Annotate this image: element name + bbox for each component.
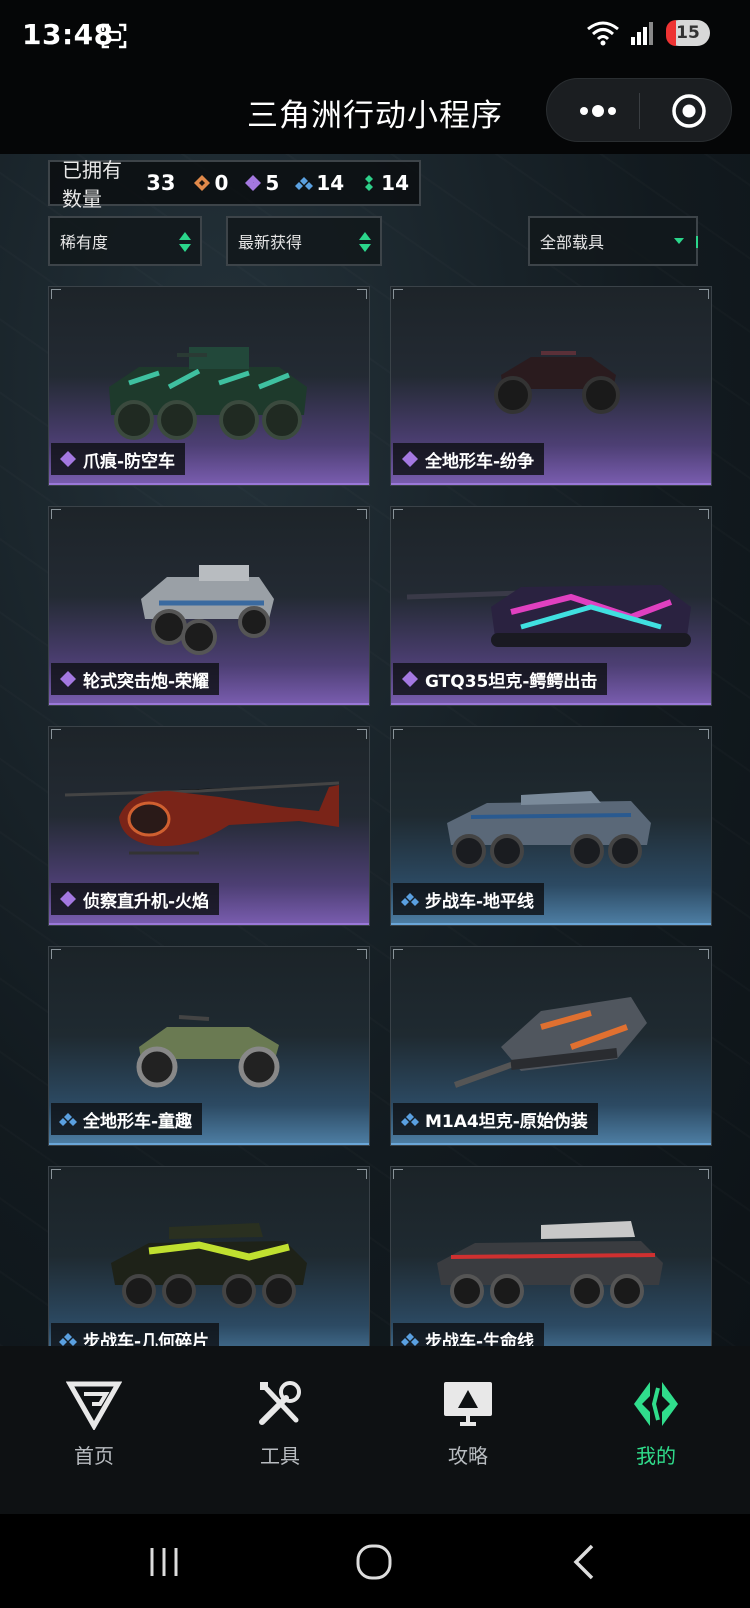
- close-program-icon[interactable]: [671, 93, 707, 129]
- owned-count: 33: [146, 171, 176, 195]
- vehicle-collection-page: 已拥有数量 33 0 5 14 14 稀有度 最新获得 全部载具 爪痕-防空车 …: [0, 154, 750, 1346]
- rarity-blue-count: 14: [295, 171, 344, 195]
- purple-rarity-icon: [60, 671, 76, 687]
- mini-program-capsule: [546, 78, 732, 142]
- rarity-filter[interactable]: 稀有度: [48, 216, 202, 266]
- vehicle-name: 步战车-几何碎片: [83, 1331, 210, 1347]
- rarity-green-count: 14: [360, 171, 409, 195]
- nav-tools[interactable]: 工具: [220, 1378, 340, 1469]
- vehicle-card[interactable]: 侦察直升机-火焰: [48, 726, 370, 926]
- back-icon[interactable]: [566, 1542, 606, 1582]
- vehicle-name-tag: 轮式突击炮-荣耀: [51, 663, 220, 695]
- vehicle-card[interactable]: GTQ35坦克-鳄鳄出击: [390, 506, 712, 706]
- green-rarity-icon: [365, 175, 374, 191]
- purple-rarity-icon: [60, 891, 76, 907]
- vehicle-card[interactable]: 全地形车-童趣: [48, 946, 370, 1146]
- rarity-purple-count: 5: [244, 171, 279, 195]
- vehicle-name: 轮式突击炮-荣耀: [83, 671, 210, 692]
- purple-rarity-icon: [402, 451, 418, 467]
- sort-filter[interactable]: 最新获得: [226, 216, 382, 266]
- owned-label: 已拥有数量: [62, 158, 122, 211]
- rarity-filter-label: 稀有度: [60, 233, 109, 252]
- vehicle-name: 侦察直升机-火焰: [83, 891, 210, 912]
- vehicle-type-filter-label: 全部载具: [540, 233, 605, 252]
- vehicle-name: M1A4坦克-原始伪装: [425, 1111, 588, 1132]
- mine-logo-icon: [634, 1382, 678, 1426]
- vehicle-name-tag: 步战车-地平线: [393, 883, 545, 915]
- blue-rarity-icon: [401, 893, 419, 906]
- wifi-icon: [587, 21, 619, 46]
- filter-accent-tick: [696, 236, 698, 248]
- vehicle-name-tag: 侦察直升机-火焰: [51, 883, 220, 915]
- vehicle-name: 爪痕-防空车: [83, 451, 176, 472]
- vehicle-card[interactable]: M1A4坦克-原始伪装: [390, 946, 712, 1146]
- more-icon[interactable]: [573, 97, 623, 125]
- purple-rarity-icon: [245, 175, 262, 191]
- guide-monitor-icon: [444, 1382, 492, 1426]
- nav-home[interactable]: 首页: [34, 1378, 154, 1469]
- purple-rarity-icon: [402, 671, 418, 687]
- sort-filter-label: 最新获得: [238, 233, 303, 252]
- blue-rarity-icon: [59, 1113, 77, 1126]
- purple-count-value: 5: [265, 171, 280, 195]
- system-nav-bar: [0, 1514, 750, 1608]
- nav-mine-label: 我的: [636, 1444, 676, 1468]
- green-count-value: 14: [381, 171, 409, 195]
- bottom-nav: 首页 工具 攻略 我的: [0, 1346, 750, 1514]
- vehicle-name-tag: 全地形车-纷争: [393, 443, 545, 475]
- vehicle-card[interactable]: 轮式突击炮-荣耀: [48, 506, 370, 706]
- nav-home-label: 首页: [74, 1444, 114, 1468]
- vehicle-card[interactable]: 步战车-几何碎片: [48, 1166, 370, 1346]
- home-logo-icon: [66, 1381, 122, 1430]
- vehicle-name-tag: 步战车-生命线: [393, 1323, 545, 1347]
- home-button-icon[interactable]: [354, 1542, 394, 1582]
- vehicle-name: 步战车-生命线: [425, 1331, 535, 1347]
- vehicle-card[interactable]: 全地形车-纷争: [390, 286, 712, 486]
- vehicle-name-tag: GTQ35坦克-鳄鳄出击: [393, 663, 608, 695]
- vehicle-name-tag: 爪痕-防空车: [51, 443, 186, 475]
- app-header: 三角洲行动小程序: [0, 72, 750, 154]
- vehicle-name-tag: M1A4坦克-原始伪装: [393, 1103, 598, 1135]
- orange-count-value: 0: [214, 171, 229, 195]
- sort-arrows-icon: [359, 232, 371, 252]
- orange-rarity-icon: [194, 175, 211, 191]
- nav-guide-label: 攻略: [448, 1444, 488, 1468]
- battery-level: 15: [676, 23, 700, 43]
- rarity-orange-count: 0: [193, 171, 228, 195]
- vehicle-name-tag: 步战车-几何碎片: [51, 1323, 220, 1347]
- vehicle-card[interactable]: 爪痕-防空车: [48, 286, 370, 486]
- vehicle-card[interactable]: 步战车-生命线: [390, 1166, 712, 1346]
- vehicle-name-tag: 全地形车-童趣: [51, 1103, 203, 1135]
- blue-rarity-icon: [401, 1333, 419, 1346]
- vehicle-name: 全地形车-童趣: [83, 1111, 193, 1132]
- signal-icon: [631, 22, 653, 45]
- purple-rarity-icon: [60, 451, 76, 467]
- vehicle-image: [437, 1221, 663, 1308]
- vehicle-name: GTQ35坦克-鳄鳄出击: [425, 671, 598, 692]
- vehicle-card[interactable]: 步战车-地平线: [390, 726, 712, 926]
- nav-tools-label: 工具: [260, 1444, 300, 1468]
- vehicle-type-filter[interactable]: 全部载具: [528, 216, 698, 266]
- status-bar: 13:48 15: [0, 0, 750, 72]
- capsule-divider: [639, 93, 640, 129]
- vehicle-name: 步战车-地平线: [425, 891, 535, 912]
- nav-guide[interactable]: 攻略: [408, 1378, 528, 1469]
- blue-count-value: 14: [316, 171, 345, 195]
- blue-rarity-icon: [295, 177, 314, 190]
- chevron-down-icon: [674, 238, 684, 244]
- tools-icon: [259, 1381, 301, 1425]
- battery-indicator: 15: [666, 20, 710, 46]
- nav-mine[interactable]: 我的: [596, 1378, 716, 1469]
- blue-rarity-icon: [59, 1333, 77, 1346]
- status-indicators: 15: [586, 20, 710, 46]
- screen-capture-icon: [101, 23, 127, 49]
- vehicle-name: 全地形车-纷争: [425, 451, 535, 472]
- recent-apps-icon[interactable]: [144, 1542, 184, 1582]
- sort-arrows-icon: [179, 232, 191, 252]
- owned-summary: 已拥有数量 33 0 5 14 14: [48, 158, 421, 211]
- vehicle-image: [111, 1223, 307, 1308]
- blue-rarity-icon: [401, 1113, 419, 1126]
